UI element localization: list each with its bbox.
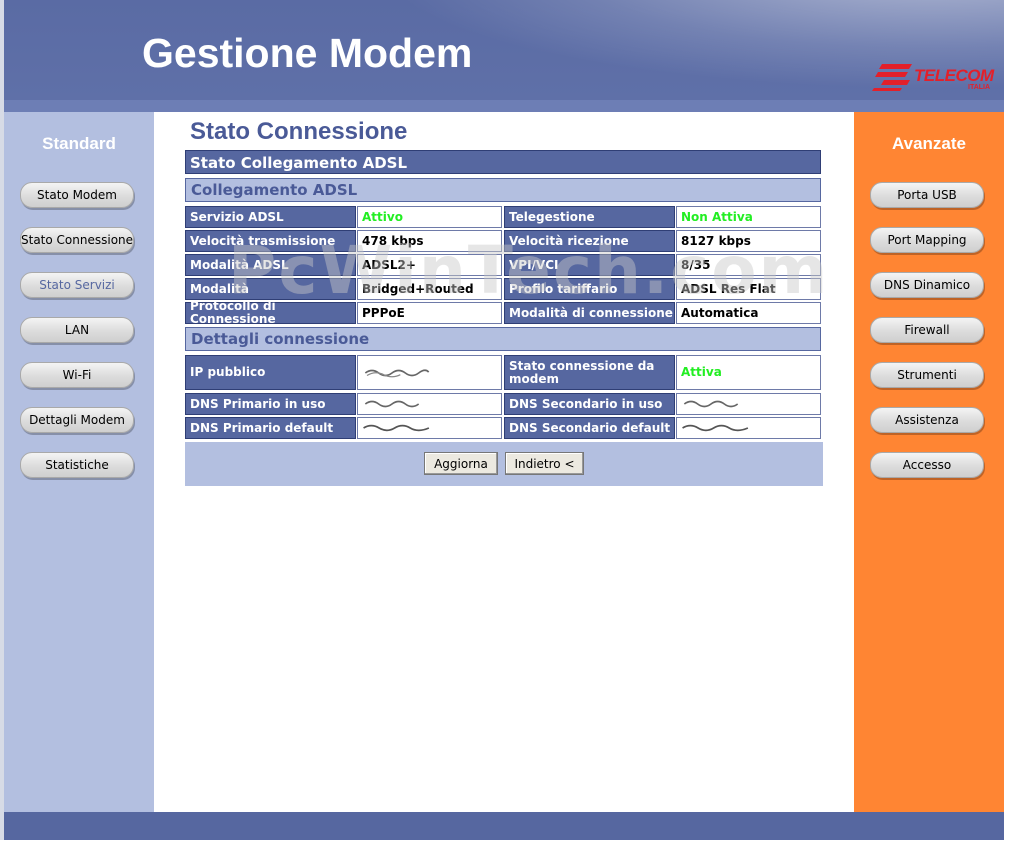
label-dns-secondario-uso: DNS Secondario in uso bbox=[504, 393, 675, 415]
button-bar bbox=[185, 442, 823, 486]
nav-stato-connessione-button[interactable]: Stato Connessione bbox=[20, 227, 134, 253]
label-stato-connessione-modem: Stato connessione da modem bbox=[504, 355, 675, 390]
page-header: Gestione Modem TELECOM ITALIA bbox=[4, 0, 1004, 112]
bottom-strip bbox=[0, 840, 1022, 858]
standard-sidebar-title: Standard bbox=[42, 134, 116, 153]
logo-sub: ITALIA bbox=[968, 84, 991, 91]
nav-statistiche-button[interactable]: Statistiche bbox=[20, 452, 134, 478]
value-velocita-ricezione: 8127 kbps bbox=[676, 230, 821, 252]
redaction-scribble-icon bbox=[363, 424, 430, 432]
redaction-scribble-icon bbox=[683, 400, 739, 408]
label-protocollo-connessione: Protocollo di Connessione bbox=[185, 300, 356, 326]
window-right-edge bbox=[1004, 0, 1022, 858]
label-modalita-adsl: Modalità ADSL bbox=[185, 254, 356, 276]
nav-dettagli-modem-button[interactable]: Dettagli Modem bbox=[20, 407, 134, 433]
value-velocita-trasmissione: 478 kbps bbox=[357, 230, 502, 252]
page-title: Gestione Modem bbox=[142, 30, 473, 76]
nav-firewall-button[interactable]: Firewall bbox=[870, 317, 984, 343]
value-servizio-adsl: Attivo bbox=[357, 206, 502, 228]
nav-stato-modem-button[interactable]: Stato Modem bbox=[20, 182, 134, 208]
label-modalita: Modalità bbox=[185, 278, 356, 300]
label-velocita-trasmissione: Velocità trasmissione bbox=[185, 230, 356, 252]
nav-wifi-button[interactable]: Wi-Fi bbox=[20, 362, 134, 388]
nav-dns-dinamico-button[interactable]: DNS Dinamico bbox=[870, 272, 984, 298]
section-title: Stato Collegamento ADSL bbox=[185, 150, 821, 174]
label-profilo-tariffario: Profilo tariffario bbox=[504, 278, 675, 300]
nav-lan-button[interactable]: LAN bbox=[20, 317, 134, 343]
nav-accesso-button[interactable]: Accesso bbox=[870, 452, 984, 478]
redaction-scribble-icon bbox=[682, 424, 749, 432]
aggiorna-button[interactable]: Aggiorna bbox=[424, 452, 498, 475]
value-dns-primario-uso-redacted bbox=[357, 393, 502, 415]
value-ip-pubblico-redacted bbox=[357, 355, 502, 390]
value-telegestione: Non Attiva bbox=[676, 206, 821, 228]
nav-strumenti-button[interactable]: Strumenti bbox=[870, 362, 984, 388]
label-vpi-vci: VPI/VCI bbox=[504, 254, 675, 276]
value-profilo-tariffario: ADSL Res Flat bbox=[676, 278, 821, 300]
subsection-adsl: Collegamento ADSL bbox=[185, 178, 821, 202]
indietro-button[interactable]: Indietro < bbox=[505, 452, 584, 475]
label-ip-pubblico: IP pubblico bbox=[185, 355, 356, 390]
subsection-details: Dettagli connessione bbox=[185, 327, 821, 351]
label-dns-primario-uso: DNS Primario in uso bbox=[185, 393, 356, 415]
main-heading: Stato Connessione bbox=[190, 118, 408, 145]
page-footer bbox=[4, 812, 1004, 840]
page-frame: Gestione Modem TELECOM ITALIA Standard S… bbox=[0, 0, 1022, 858]
value-protocollo-connessione: PPPoE bbox=[357, 302, 502, 324]
value-dns-secondario-default-redacted bbox=[676, 417, 821, 439]
label-telegestione: Telegestione bbox=[504, 206, 675, 228]
value-modalita-connessione: Automatica bbox=[676, 302, 821, 324]
nav-assistenza-button[interactable]: Assistenza bbox=[870, 407, 984, 433]
nav-port-mapping-button[interactable]: Port Mapping bbox=[870, 227, 984, 253]
redaction-scribble-icon bbox=[364, 368, 430, 377]
value-modalita: Bridged+Routed bbox=[357, 278, 502, 300]
logo-brand: TELECOM bbox=[914, 66, 994, 85]
label-velocita-ricezione: Velocità ricezione bbox=[504, 230, 675, 252]
label-dns-primario-default: DNS Primario default bbox=[185, 417, 356, 439]
value-modalita-adsl: ADSL2+ bbox=[357, 254, 502, 276]
telecom-logo-icon bbox=[872, 64, 912, 91]
nav-stato-servizi-button[interactable]: Stato Servizi bbox=[20, 272, 134, 298]
nav-porta-usb-button[interactable]: Porta USB bbox=[870, 182, 984, 208]
value-vpi-vci: 8/35 bbox=[676, 254, 821, 276]
value-dns-primario-default-redacted bbox=[357, 417, 502, 439]
redaction-scribble-icon bbox=[364, 400, 420, 408]
value-dns-secondario-uso-redacted bbox=[676, 393, 821, 415]
standard-sidebar: Standard Stato Modem Stato Connessione S… bbox=[4, 112, 154, 812]
value-stato-connessione-modem: Attiva bbox=[676, 355, 821, 390]
telecom-logo: TELECOM ITALIA bbox=[872, 62, 1002, 94]
advanced-sidebar-title: Avanzate bbox=[891, 134, 966, 153]
label-servizio-adsl: Servizio ADSL bbox=[185, 206, 356, 228]
advanced-sidebar: Avanzate Porta USB Port Mapping DNS Dina… bbox=[854, 112, 1004, 812]
label-dns-secondario-default: DNS Secondario default bbox=[504, 417, 675, 439]
label-modalita-connessione: Modalità di connessione bbox=[504, 302, 675, 324]
